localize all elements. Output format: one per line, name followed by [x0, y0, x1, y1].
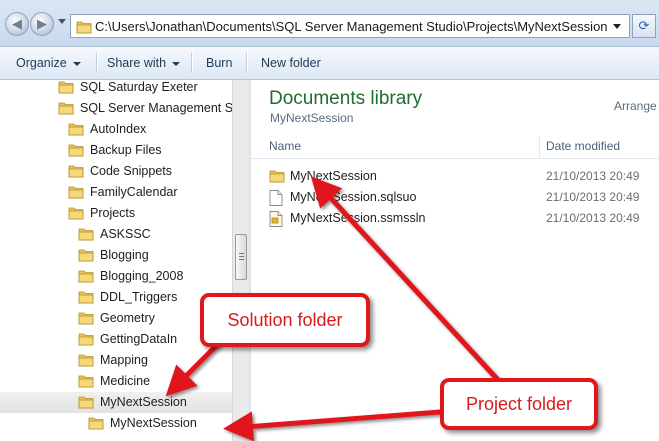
solution-folder-callout: Solution folder	[200, 293, 370, 347]
project-folder-label: Project folder	[465, 393, 573, 414]
project-folder-callout: Project folder	[440, 378, 598, 430]
arrow-project-to-file	[310, 176, 501, 383]
solution-folder-label: Solution folder	[227, 309, 343, 330]
annotation-arrows	[165, 176, 501, 441]
arrow-project-to-tree	[223, 409, 443, 441]
